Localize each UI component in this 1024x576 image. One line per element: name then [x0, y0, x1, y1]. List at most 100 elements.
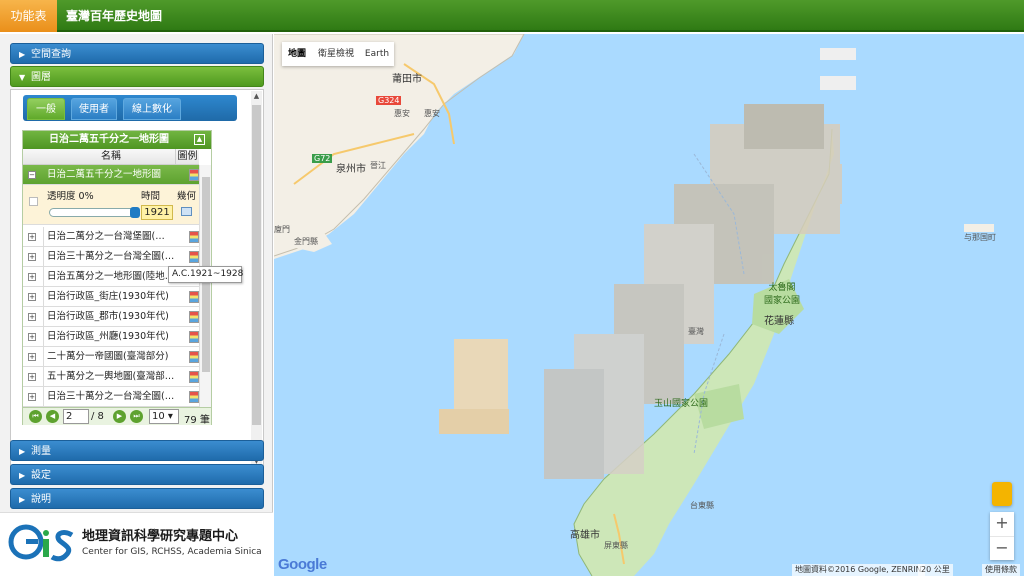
- legend-icon[interactable]: [189, 311, 199, 323]
- time-tooltip: A.C.1921~1928: [168, 266, 243, 283]
- map-label-jinjiang: 晉江: [370, 161, 386, 170]
- scrollbar-thumb[interactable]: [252, 105, 261, 425]
- layer-table-header: 名稱 圖例: [23, 149, 199, 165]
- accordion-label: 說明: [31, 494, 51, 505]
- accordion-label: 設定: [31, 470, 51, 481]
- map-canvas[interactable]: [274, 34, 1024, 576]
- map-scale[interactable]: 20 公里: [918, 564, 953, 576]
- expand-icon[interactable]: +: [28, 253, 36, 261]
- time-label: 時間: [141, 191, 161, 202]
- expand-icon[interactable]: +: [28, 353, 36, 361]
- layer-row[interactable]: + 日治二萬分之一台灣堡圖(…: [23, 227, 199, 247]
- layer-row[interactable]: + 五十萬分之一輿地圖(臺灣部…: [23, 367, 199, 387]
- expand-icon[interactable]: +: [28, 313, 36, 321]
- chevron-right-icon: ▶: [19, 471, 26, 480]
- accordion-measure[interactable]: ▶ 測量: [10, 440, 264, 461]
- opacity-label: 透明度 0%: [47, 191, 94, 202]
- map-type-map[interactable]: 地圖: [282, 42, 312, 66]
- expand-icon[interactable]: +: [28, 293, 36, 301]
- page-total: / 8: [91, 411, 104, 422]
- map-label-xiamen: 廈門: [274, 225, 290, 234]
- accordion-space-query[interactable]: ▶ 空間查詢: [10, 43, 264, 64]
- accordion-label: 空間查詢: [31, 49, 71, 60]
- footer: 地理資訊科學研究專題中心 Center for GIS, RCHSS, Acad…: [0, 512, 273, 576]
- column-legend: 圖例: [175, 149, 199, 165]
- layer-row[interactable]: + 二十萬分一帝國圖(臺灣部分): [23, 347, 199, 367]
- expand-icon[interactable]: +: [28, 393, 36, 401]
- legend-icon[interactable]: [189, 169, 199, 181]
- map-label-yonaguni: 与那国町: [964, 233, 996, 242]
- map-type-control: 地圖 衛星檢視 Earth: [282, 42, 394, 66]
- expand-icon[interactable]: +: [28, 373, 36, 381]
- first-page-icon[interactable]: ⏮: [29, 410, 42, 423]
- zoom-in-button[interactable]: +: [990, 512, 1014, 536]
- legend-icon[interactable]: [189, 371, 199, 383]
- map-label-putian: 莆田市: [392, 74, 422, 85]
- layer-rows: − 日治二萬五千分之一地形圖 透明度 0% 時間 幾何 1921 + 日治二萬分…: [23, 165, 199, 409]
- collapse-icon[interactable]: ▲: [194, 134, 205, 145]
- map-view[interactable]: 莆田市 G324 惠安 惠安 G72 泉州市 晉江 金門縣 廈門 臺灣 太魯閣 …: [274, 34, 1024, 576]
- tab-general[interactable]: 一般: [27, 98, 65, 120]
- expand-icon[interactable]: +: [28, 333, 36, 341]
- map-type-satellite[interactable]: 衛星檢視: [312, 42, 360, 66]
- legend-icon[interactable]: [189, 331, 199, 343]
- accordion-layers[interactable]: ▼ 圖層: [10, 66, 264, 87]
- map-label-jinmen: 金門縣: [294, 237, 318, 246]
- prev-page-icon[interactable]: ◀: [46, 410, 59, 423]
- legend-icon[interactable]: [189, 291, 199, 303]
- org-name: 地理資訊科學研究專題中心: [82, 529, 239, 544]
- menu-button[interactable]: 功能表: [0, 0, 57, 32]
- map-label-quanzhou: 泉州市: [336, 164, 366, 175]
- layer-row[interactable]: + 日治三十萬分之一台灣全圖(…: [23, 247, 199, 267]
- zoom-control: + −: [990, 512, 1014, 560]
- layer-row[interactable]: + 日治行政區_州廳(1930年代): [23, 327, 199, 347]
- map-type-earth[interactable]: Earth: [360, 42, 394, 66]
- page-input[interactable]: 2: [63, 409, 89, 424]
- layers-scrollbar[interactable]: ▲ ▼: [251, 91, 262, 467]
- legend-icon[interactable]: [189, 231, 199, 243]
- expand-icon[interactable]: +: [28, 273, 36, 281]
- collapse-row-icon[interactable]: −: [28, 171, 36, 179]
- terms-link[interactable]: 使用條款: [982, 564, 1020, 576]
- layer-tabs: 一般 使用者 線上數化: [23, 95, 237, 121]
- accordion-help[interactable]: ▶ 說明: [10, 488, 264, 509]
- street-view-icon[interactable]: [992, 482, 1012, 506]
- tab-user[interactable]: 使用者: [71, 98, 117, 120]
- org-name-english: Center for GIS, RCHSS, Academia Sinica: [82, 547, 262, 557]
- zoom-out-button[interactable]: −: [990, 536, 1014, 560]
- map-label-huian: 惠安: [394, 109, 410, 118]
- map-label-hualien: 花蓮縣: [764, 316, 794, 327]
- road-badge: G72: [312, 154, 333, 163]
- map-label-pingtung: 屏東縣: [604, 541, 628, 550]
- opacity-slider[interactable]: [49, 207, 140, 218]
- last-page-icon[interactable]: ⏭: [130, 410, 143, 423]
- layer-row[interactable]: + 日治行政區_郡市(1930年代): [23, 307, 199, 327]
- layer-panel-title: 日治二萬五千分之一地形圖 ▲: [23, 131, 211, 149]
- pager: ⏮ ◀ 2 / 8 ▶ ⏭ 10 ▾ 79 筆: [23, 407, 211, 426]
- next-page-icon[interactable]: ▶: [113, 410, 126, 423]
- chevron-right-icon: ▶: [19, 495, 26, 504]
- map-label-huian2: 惠安: [424, 109, 440, 118]
- layer-checkbox[interactable]: [29, 197, 38, 206]
- geometry-icon[interactable]: [181, 207, 192, 216]
- google-logo: Google: [278, 556, 327, 573]
- top-bar: 功能表 臺灣百年歷史地圖: [0, 0, 1024, 32]
- layer-list-scrollbar[interactable]: [199, 165, 211, 409]
- layer-row[interactable]: + 日治三十萬分之一台灣全圖(…: [23, 387, 199, 407]
- year-selector[interactable]: 1921: [141, 205, 173, 220]
- slider-knob[interactable]: [130, 207, 140, 218]
- chevron-down-icon: ▼: [19, 73, 26, 82]
- legend-icon[interactable]: [189, 351, 199, 363]
- left-panel: ▶ 空間查詢 ▼ 圖層 ▲ ▼ 一般 使用者 線上數化 日治二萬五千分之一地形圖…: [0, 34, 273, 576]
- tab-online-digitize[interactable]: 線上數化: [123, 98, 181, 120]
- accordion-settings[interactable]: ▶ 設定: [10, 464, 264, 485]
- legend-icon[interactable]: [189, 391, 199, 403]
- gis-logo: [8, 524, 74, 562]
- legend-icon[interactable]: [189, 251, 199, 263]
- scroll-up-icon[interactable]: ▲: [251, 91, 262, 102]
- layer-row-selected[interactable]: − 日治二萬五千分之一地形圖: [23, 165, 199, 185]
- expand-icon[interactable]: +: [28, 233, 36, 241]
- accordion-label: 圖層: [31, 72, 51, 83]
- page-size-select[interactable]: 10 ▾: [149, 409, 179, 424]
- layer-row[interactable]: + 日治行政區_街庄(1930年代): [23, 287, 199, 307]
